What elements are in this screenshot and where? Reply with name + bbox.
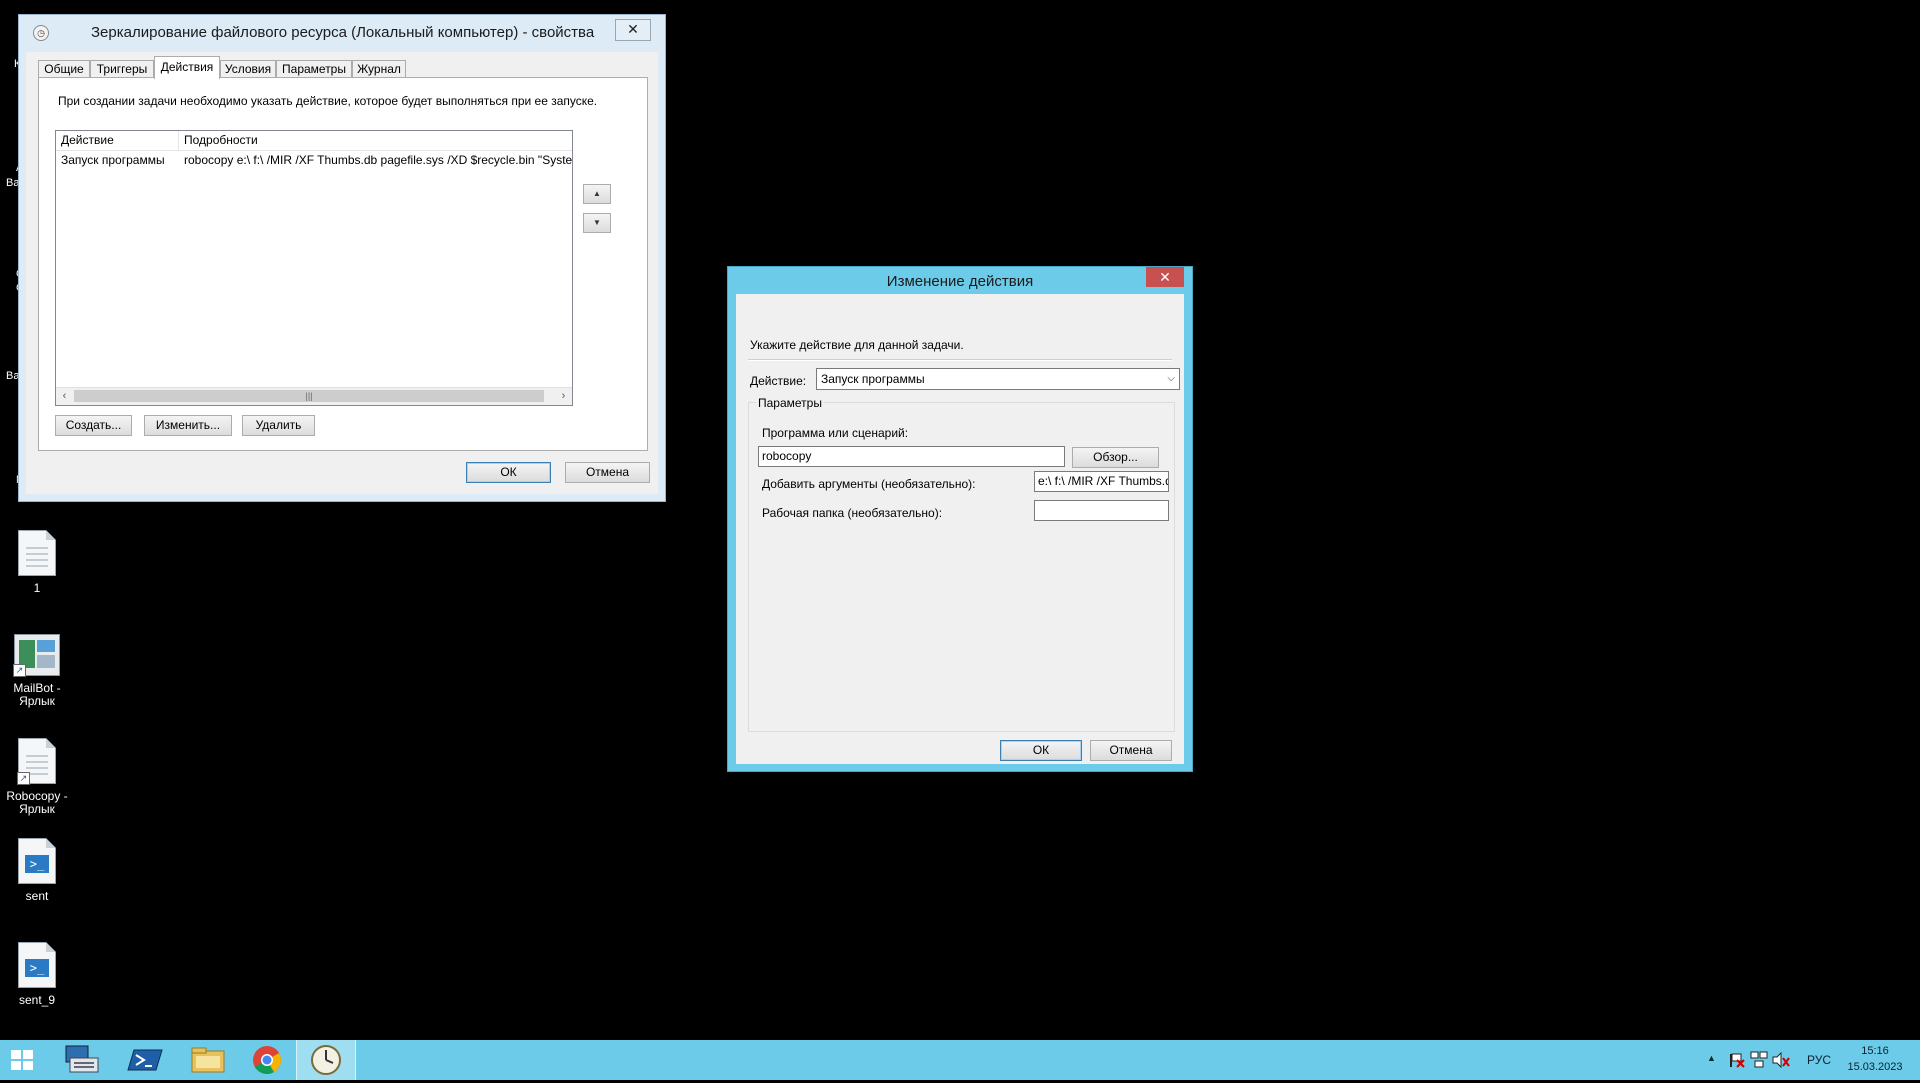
windows-logo-icon: [11, 1050, 33, 1070]
arguments-label: Добавить аргументы (необязательно):: [762, 477, 976, 491]
shortcut-arrow-icon: ↗: [17, 772, 30, 785]
show-hidden-icons-button[interactable]: ▲: [1707, 1053, 1716, 1063]
file-explorer-icon: [191, 1047, 225, 1073]
taskbar-chrome[interactable]: [238, 1040, 296, 1080]
server-manager-icon: [65, 1045, 99, 1073]
row-details-cell: robocopy e:\ f:\ /MIR /XF Thumbs.db page…: [184, 153, 572, 167]
desktop-icon-label: Robocopy - Ярлык: [6, 789, 68, 816]
start-button[interactable]: [0, 1040, 46, 1080]
desktop-icon-label: MailBot - Ярлык: [13, 681, 61, 708]
browse-button[interactable]: Обзор...: [1072, 447, 1159, 468]
system-clock[interactable]: 15:16 15.03.2023: [1840, 1043, 1910, 1075]
taskbar-task-scheduler[interactable]: [296, 1040, 356, 1080]
create-button[interactable]: Создать...: [55, 415, 132, 436]
powershell-script-icon: >_: [18, 942, 56, 988]
desktop-icon-label: sent: [25, 889, 49, 903]
parameters-group-title: Параметры: [756, 396, 824, 410]
taskbar-server-manager[interactable]: [52, 1040, 110, 1080]
tab-settings[interactable]: Параметры: [276, 60, 352, 78]
window-title: Зеркалирование файлового ресурса (Локаль…: [91, 24, 595, 41]
dialog-title: Изменение действия: [886, 273, 1034, 290]
horizontal-scrollbar[interactable]: ‹ ||| ›: [56, 387, 572, 405]
arguments-input[interactable]: e:\ f:\ /MIR /XF Thumbs.db pagefile.sys …: [1034, 471, 1169, 492]
edit-action-dialog: Изменение действия ✕ Укажите действие дл…: [727, 266, 1193, 772]
desktop-icon-mailbot-shortcut[interactable]: ↗ MailBot - Ярлык: [0, 634, 79, 708]
text-file-icon: ↗: [17, 738, 56, 785]
column-header-details[interactable]: Подробности: [179, 131, 572, 150]
task-scheduler-icon: [311, 1045, 341, 1075]
scroll-thumb[interactable]: |||: [74, 390, 544, 402]
separator: [748, 359, 1172, 361]
taskbar-file-explorer[interactable]: [180, 1040, 238, 1080]
notification-area: ▲ РУС 15:16 15.03.2023: [1700, 1040, 1920, 1080]
tab-conditions[interactable]: Условия: [220, 60, 276, 78]
title-bar[interactable]: ◷ Зеркалирование файлового ресурса (Лока…: [19, 15, 665, 49]
delete-button[interactable]: Удалить: [242, 415, 315, 436]
action-center-flag-icon[interactable]: [1728, 1052, 1746, 1068]
desktop-icon-label: 1: [33, 581, 41, 595]
powershell-icon: [127, 1049, 163, 1071]
task-properties-window: ◷ Зеркалирование файлового ресурса (Лока…: [18, 14, 666, 502]
close-button[interactable]: ✕: [615, 19, 651, 41]
action-type-value: Запуск программы: [821, 372, 925, 386]
action-label: Действие:: [750, 374, 807, 388]
title-bar[interactable]: Изменение действия ✕: [728, 267, 1192, 293]
tab-actions[interactable]: Действия: [154, 56, 220, 79]
desktop-icon-label: sent_9: [18, 993, 56, 1007]
edit-button[interactable]: Изменить...: [144, 415, 232, 436]
dialog-client-area: Укажите действие для данной задачи. Дейс…: [736, 294, 1184, 764]
window-client-area: Общие Триггеры Действия Условия Параметр…: [26, 52, 658, 494]
chrome-icon: [253, 1046, 281, 1074]
list-header: Действие Подробности: [56, 131, 572, 151]
desktop-icon-sent[interactable]: >_ sent: [0, 838, 79, 903]
text-file-icon: [18, 530, 56, 576]
desktop-icon-file-1[interactable]: 1: [0, 530, 79, 595]
clock-time: 15:16: [1861, 1045, 1889, 1057]
cancel-button[interactable]: Отмена: [1090, 740, 1172, 761]
close-button[interactable]: ✕: [1146, 267, 1184, 287]
ok-button[interactable]: ОК: [466, 462, 551, 483]
cancel-button[interactable]: Отмена: [565, 462, 650, 483]
network-icon[interactable]: [1750, 1051, 1768, 1068]
move-up-button[interactable]: ▲: [583, 184, 611, 204]
start-in-label: Рабочая папка (необязательно):: [762, 506, 943, 520]
desktop-icon-robocopy-shortcut[interactable]: ↗ Robocopy - Ярлык: [0, 738, 79, 816]
mailbot-app-icon: ↗: [13, 634, 60, 677]
scroll-right-icon[interactable]: ›: [555, 388, 572, 405]
tab-general[interactable]: Общие: [38, 60, 90, 78]
program-label: Программа или сценарий:: [762, 426, 909, 440]
ok-button[interactable]: ОК: [1000, 740, 1082, 761]
powershell-script-icon: >_: [18, 838, 56, 884]
scroll-left-icon[interactable]: ‹: [56, 388, 73, 405]
shortcut-arrow-icon: ↗: [13, 664, 26, 677]
volume-muted-icon[interactable]: [1772, 1052, 1790, 1068]
chevron-down-icon: ⌵: [1167, 373, 1175, 384]
table-row[interactable]: Запуск программы robocopy e:\ f:\ /MIR /…: [56, 151, 572, 169]
actions-list[interactable]: Действие Подробности Запуск программы ro…: [55, 130, 573, 406]
clock-date: 15.03.2023: [1847, 1061, 1903, 1073]
move-down-button[interactable]: ▼: [583, 213, 611, 233]
row-action-cell: Запуск программы: [61, 153, 165, 167]
column-header-action[interactable]: Действие: [56, 131, 179, 150]
action-type-select[interactable]: Запуск программы ⌵: [816, 368, 1180, 390]
input-language-indicator[interactable]: РУС: [1807, 1053, 1831, 1067]
desktop-icon-sent-9[interactable]: >_ sent_9: [0, 942, 79, 1007]
taskbar-powershell[interactable]: [116, 1040, 174, 1080]
actions-description: При создании задачи необходимо указать д…: [58, 94, 598, 108]
tab-triggers[interactable]: Триггеры: [90, 60, 154, 78]
taskbar: ▲ РУС 15:16 15.03.2023: [0, 1040, 1920, 1080]
actions-tab-panel: При создании задачи необходимо указать д…: [38, 77, 648, 451]
task-scheduler-clock-icon: ◷: [33, 25, 49, 41]
program-input[interactable]: robocopy: [758, 446, 1065, 467]
instruction-text: Укажите действие для данной задачи.: [750, 338, 964, 352]
tab-history[interactable]: Журнал: [352, 60, 406, 78]
start-in-input[interactable]: [1034, 500, 1169, 521]
